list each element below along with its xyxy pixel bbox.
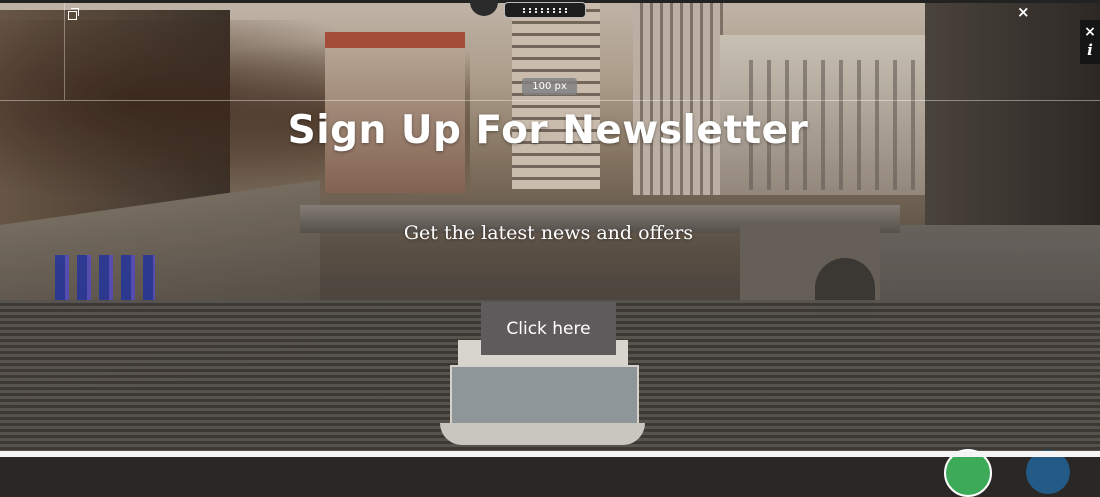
spacing-badge: 100 px [522, 78, 577, 95]
section-bottom-border [0, 451, 1100, 457]
close-icon[interactable]: × [1084, 23, 1096, 41]
copy-icon-back [71, 8, 79, 16]
side-toolbar: × i [1080, 20, 1100, 64]
grip-dot [565, 7, 567, 10]
grip-dot [559, 7, 561, 10]
copy-icon[interactable] [66, 6, 80, 20]
drag-handle-icon[interactable] [504, 2, 586, 18]
padding-guide-vertical [64, 3, 65, 100]
grip-dot [535, 7, 537, 10]
page-title: Sign Up For Newsletter [287, 108, 809, 153]
info-icon[interactable]: i [1087, 41, 1093, 59]
padding-guide-horizontal[interactable] [0, 100, 1100, 101]
grip-dot [529, 7, 531, 10]
grip-dot [541, 7, 543, 10]
subtitle: Get the latest news and offers [403, 222, 694, 244]
grip-dot [553, 7, 555, 10]
grip-dot [547, 7, 549, 10]
grip-dot [523, 7, 525, 10]
close-icon[interactable]: × [1017, 5, 1030, 20]
click-here-button[interactable]: Click here [481, 302, 616, 355]
